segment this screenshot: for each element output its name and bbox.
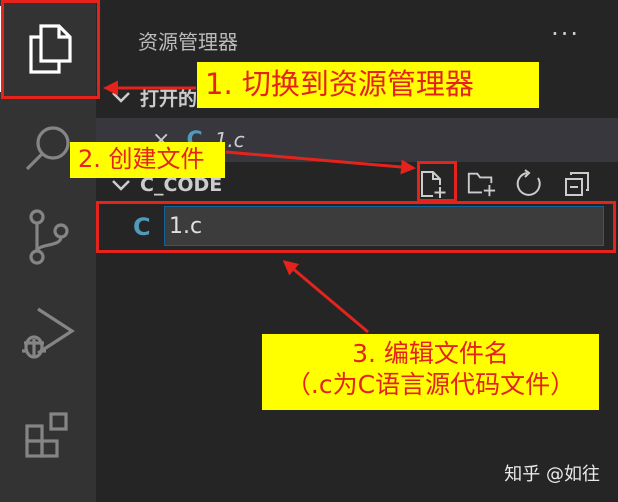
highlight-explorer — [1, 0, 100, 99]
highlight-new-file — [417, 161, 457, 202]
search-icon — [25, 126, 70, 171]
more-actions-icon[interactable]: ··· — [551, 20, 580, 48]
explorer-title: 资源管理器 — [138, 30, 238, 54]
open-editors-label: 打开的 — [140, 87, 198, 110]
callout-step2: 2. 创建文件 — [70, 142, 225, 178]
run-debug-icon — [22, 307, 75, 359]
chevron-down-icon — [110, 86, 132, 108]
callout-step3: 3. 编辑文件名 （.c为C语言源代码文件） — [262, 334, 599, 410]
activity-extensions[interactable] — [0, 392, 96, 478]
extensions-icon — [25, 412, 68, 458]
collapse-all-icon — [565, 172, 589, 196]
watermark: 知乎 @如往 — [504, 464, 600, 485]
activity-source-control[interactable] — [0, 194, 96, 280]
new-folder-icon — [467, 172, 496, 197]
refresh-button[interactable] — [514, 169, 544, 199]
callout-step3-line1: 3. 编辑文件名 — [352, 339, 509, 368]
new-folder-button[interactable] — [466, 169, 496, 199]
source-control-icon — [29, 209, 69, 265]
collapse-all-button[interactable] — [562, 169, 592, 199]
refresh-icon — [516, 169, 541, 196]
highlight-input — [96, 201, 616, 253]
activity-run-debug[interactable] — [0, 290, 96, 376]
callout-step3-line2: （.c为C语言源代码文件） — [285, 370, 576, 400]
callout-step1: 1. 切换到资源管理器 — [197, 62, 539, 108]
